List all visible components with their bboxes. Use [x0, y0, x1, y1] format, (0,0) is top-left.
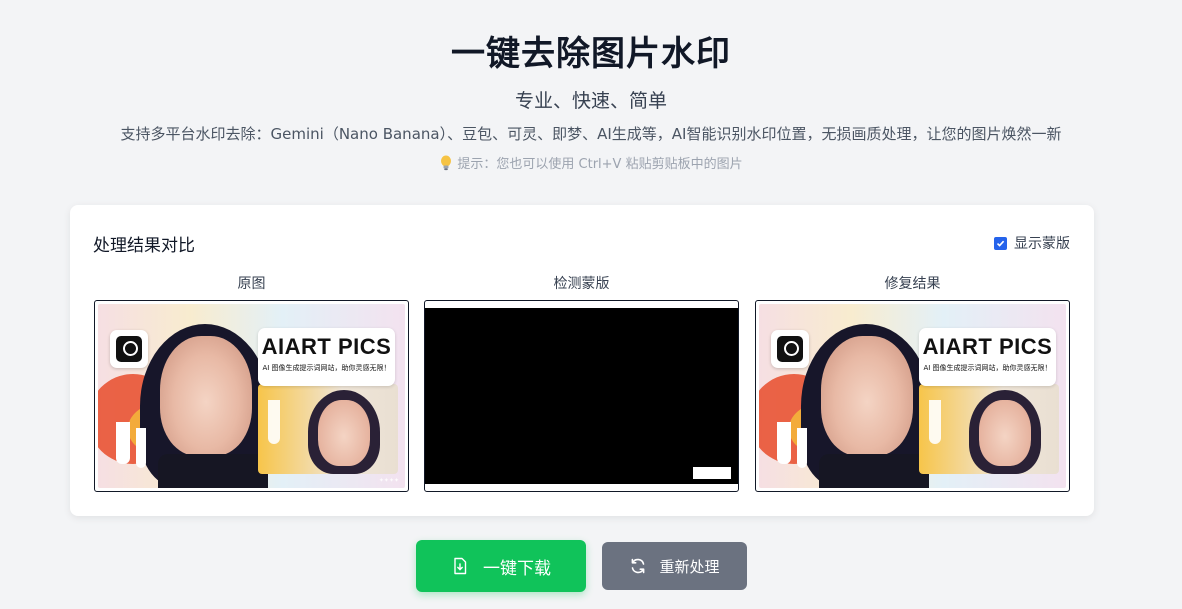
- app-logo-icon: [110, 330, 148, 368]
- mask-column: 检测蒙版: [424, 273, 739, 492]
- result-comparison-card: 处理结果对比 显示蒙版 原图 AIART PICS AI 图像生成提示词网站，助…: [70, 205, 1094, 516]
- original-label: 原图: [237, 276, 266, 292]
- mask-background: [425, 308, 738, 484]
- reprocess-button[interactable]: 重新处理: [602, 542, 747, 590]
- result-image: AIART PICS AI 图像生成提示词网站，助你灵感无限！: [755, 300, 1070, 492]
- app-logo-icon: [771, 330, 809, 368]
- brand-subtitle: AI 图像生成提示词网站，助你灵感无限！: [262, 364, 391, 372]
- paste-tip: 提示：您也可以使用 Ctrl+V 粘贴剪贴板中的图片: [0, 153, 1182, 172]
- file-download-icon: [451, 557, 469, 575]
- brand-title: AIART PICS: [261, 334, 392, 359]
- download-button[interactable]: 一键下载: [416, 540, 586, 592]
- brand-subtitle: AI 图像生成提示词网站，助你灵感无限！: [923, 364, 1052, 372]
- download-button-label: 一键下载: [483, 558, 551, 579]
- original-image: AIART PICS AI 图像生成提示词网站，助你灵感无限！ ✦✦✦✦: [94, 300, 409, 492]
- result-card-title: 处理结果对比: [93, 236, 195, 256]
- reprocess-button-label: 重新处理: [659, 557, 720, 576]
- brand-title: AIART PICS: [922, 334, 1053, 359]
- mask-image: [424, 300, 739, 492]
- checkbox-checked-icon[interactable]: [994, 236, 1007, 250]
- mask-watermark-region: [693, 467, 731, 479]
- mask-label: 检测蒙版: [553, 276, 610, 292]
- watermark-mark: ✦✦✦✦: [378, 477, 399, 484]
- result-column: 修复结果 AIART PICS AI 图像生成提示词网站，助你灵感无限！: [755, 273, 1070, 492]
- page-description: 支持多平台水印去除：Gemini（Nano Banana）、豆包、可灵、即梦、A…: [120, 125, 1062, 143]
- show-mask-label: 显示蒙版: [1014, 236, 1070, 252]
- lightbulb-icon: [439, 155, 453, 171]
- show-mask-toggle[interactable]: 显示蒙版: [994, 233, 1070, 253]
- result-artwork: AIART PICS AI 图像生成提示词网站，助你灵感无限！: [759, 304, 1066, 488]
- brand-box: AIART PICS AI 图像生成提示词网站，助你灵感无限！: [919, 328, 1056, 386]
- paste-tip-text: 提示：您也可以使用 Ctrl+V 粘贴剪贴板中的图片: [457, 157, 743, 172]
- original-artwork: AIART PICS AI 图像生成提示词网站，助你灵感无限！ ✦✦✦✦: [98, 304, 405, 488]
- page-subtitle: 专业、快速、简单: [514, 90, 667, 112]
- refresh-icon: [629, 557, 647, 575]
- page-title: 一键去除图片水印: [451, 34, 731, 74]
- brand-box: AIART PICS AI 图像生成提示词网站，助你灵感无限！: [258, 328, 395, 386]
- result-label: 修复结果: [884, 276, 941, 292]
- original-column: 原图 AIART PICS AI 图像生成提示词网站，助你灵感无限！ ✦✦✦✦: [94, 273, 409, 492]
